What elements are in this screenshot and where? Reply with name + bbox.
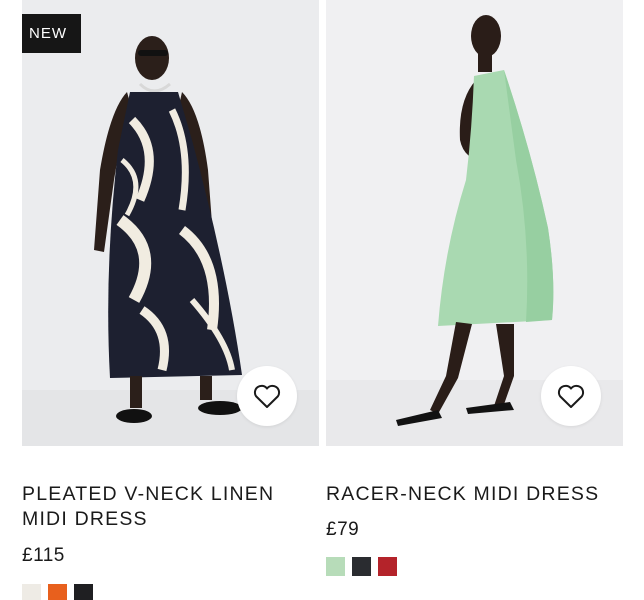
product-image-container[interactable]: [326, 0, 623, 446]
color-swatch-black[interactable]: [74, 584, 93, 600]
product-price: £115: [22, 545, 65, 566]
color-swatches: [22, 584, 319, 600]
product-card-pleated-v-neck[interactable]: NEW PLEATED V-NECK LINEN MIDI DRESS £115: [22, 0, 319, 600]
add-to-wishlist-button[interactable]: [541, 366, 601, 426]
product-card-racer-neck[interactable]: RACER-NECK MIDI DRESS £79: [326, 0, 623, 576]
color-swatch-mint-green[interactable]: [326, 557, 345, 576]
heart-icon: [253, 384, 281, 408]
color-swatch-black[interactable]: [352, 557, 371, 576]
product-price: £79: [326, 519, 360, 540]
color-swatch-red[interactable]: [378, 557, 397, 576]
color-swatches: [326, 557, 623, 576]
color-swatch-orange[interactable]: [48, 584, 67, 600]
new-badge: NEW: [22, 14, 81, 53]
product-image-container[interactable]: NEW: [22, 0, 319, 446]
product-title[interactable]: PLEATED V-NECK LINEN MIDI DRESS: [22, 482, 319, 532]
color-swatch-off-white[interactable]: [22, 584, 41, 600]
product-title[interactable]: RACER-NECK MIDI DRESS: [326, 482, 623, 507]
add-to-wishlist-button[interactable]: [237, 366, 297, 426]
heart-icon: [557, 384, 585, 408]
